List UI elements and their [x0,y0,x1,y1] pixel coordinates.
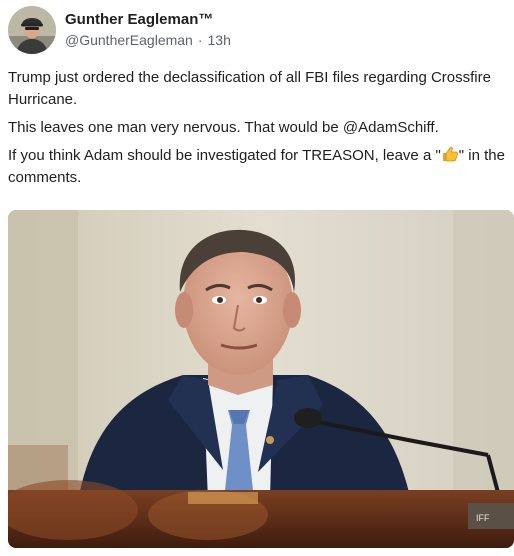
avatar[interactable] [8,6,56,54]
post-paragraph-1: Trump just ordered the declassification … [8,69,491,108]
post-photo[interactable]: IFF [8,210,514,548]
nameplate-text: IFF [476,513,490,523]
meta-separator: · [197,32,203,48]
post-timestamp[interactable]: 13h [208,32,231,48]
post-card: Gunther Eagleman™ @GuntherEagleman · 13h T… [0,0,514,556]
thumbs-up-icon [442,146,458,162]
post-paragraph-3: If you think Adam should be investigated… [8,145,506,189]
mention-link[interactable]: @AdamSchiff [343,119,435,136]
post-body: Trump just ordered the declassification … [8,67,506,189]
author-handle[interactable]: @GuntherEagleman [65,32,193,48]
author-meta: Gunther Eagleman™ @GuntherEagleman · 13h [65,10,231,50]
paragraph-3-text: If you think Adam should be investigated… [8,147,441,164]
post-header: Gunther Eagleman™ @GuntherEagleman · 13h [8,5,231,55]
author-name[interactable]: Gunther Eagleman™ [65,10,231,29]
author-subline: @GuntherEagleman · 13h [65,31,231,50]
photo-image-icon: IFF [8,210,514,548]
paragraph-2-text: This leaves one man very nervous. That w… [8,119,343,136]
avatar-photo-icon [8,6,56,54]
paragraph-2-end: . [434,119,439,136]
post-paragraph-2: This leaves one man very nervous. That w… [8,117,506,139]
